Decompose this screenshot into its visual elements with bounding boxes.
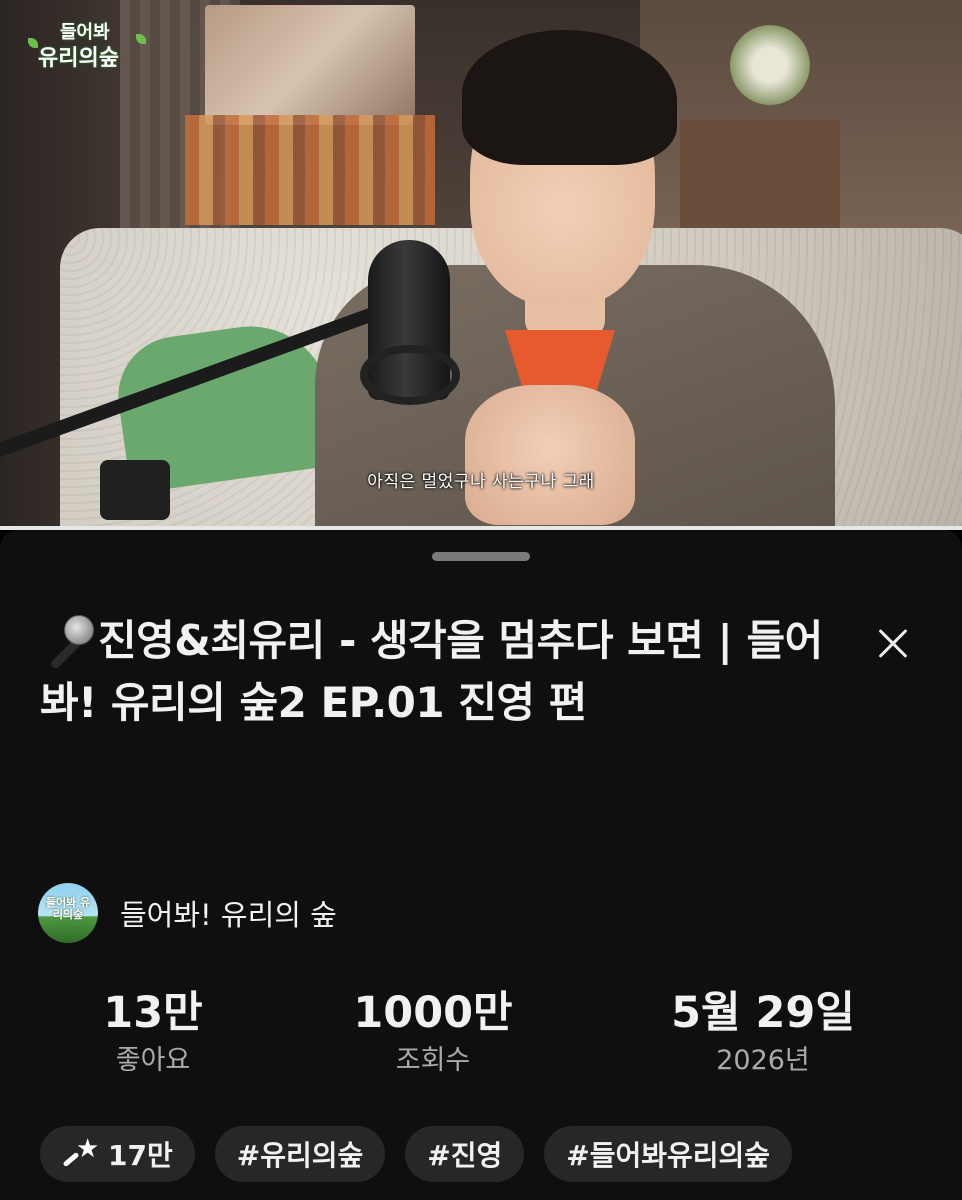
stats-row: 13만 좋아요 1000만 조회수 5월 29일 2026년: [0, 985, 962, 1105]
leaf-icon: [136, 34, 146, 44]
video-player[interactable]: 들어봐 유리의숲 아직은 멀었구나 사는구나 그래: [0, 0, 962, 528]
stat-value: 5월 29일: [671, 988, 855, 1038]
chip-row: ★ 17만 #유리의숲 #진영 #들어봐유리의숲: [40, 1126, 793, 1182]
close-button[interactable]: [862, 614, 922, 674]
microphone-emoji-icon: [40, 615, 98, 671]
stat-label: 조회수: [395, 1045, 471, 1076]
hashtag-chip[interactable]: #들어봐유리의숲: [544, 1126, 793, 1182]
video-title: 진영&최유리 - 생각을 멈추다 보면 | 들어봐! 유리의 숲2 EP.01 …: [40, 610, 830, 734]
stat-date: 5월 29일 2026년: [633, 985, 893, 1081]
channel-row[interactable]: 들어봐 유리의숲 들어봐! 유리의 숲: [38, 882, 337, 944]
video-title-text: 진영&최유리 - 생각을 멈추다 보면 | 들어봐! 유리의 숲2 EP.01 …: [40, 616, 823, 727]
logo-line2: 유리의숲: [38, 46, 119, 71]
video-person-hands: [465, 385, 635, 525]
channel-avatar[interactable]: 들어봐 유리의숲: [38, 883, 98, 943]
video-background-shelf: [185, 115, 435, 225]
chip-label: #진영: [427, 1139, 503, 1172]
video-subtitle: 아직은 멀었구나 사는구나 그래: [367, 472, 595, 492]
leaf-icon: [28, 38, 38, 48]
stat-value: 1000만: [353, 988, 513, 1038]
stat-views: 1000만 조회수: [313, 985, 553, 1081]
video-background-poster: [205, 5, 415, 125]
chip-label: #들어봐유리의숲: [566, 1139, 771, 1172]
hashtag-chip[interactable]: #유리의숲: [214, 1126, 386, 1182]
thanks-star-icon: ★: [62, 1135, 100, 1173]
stat-value: 13만: [103, 988, 203, 1038]
chip-label: 17만: [108, 1139, 173, 1172]
stat-label: 2026년: [716, 1045, 810, 1076]
thanks-chip[interactable]: ★ 17만: [40, 1126, 195, 1182]
chip-label: #유리의숲: [236, 1139, 364, 1172]
hashtag-chip[interactable]: #진영: [405, 1126, 525, 1182]
video-background-plant: [730, 25, 810, 105]
channel-name[interactable]: 들어봐! 유리의 숲: [120, 892, 337, 934]
channel-avatar-text: 들어봐 유리의숲: [45, 896, 91, 921]
stat-likes: 13만 좋아요: [53, 985, 253, 1081]
show-logo: 들어봐 유리의숲: [24, 14, 154, 71]
description-sheet: 진영&최유리 - 생각을 멈추다 보면 | 들어봐! 유리의 숲2 EP.01 …: [0, 530, 962, 1200]
sheet-drag-handle[interactable]: [432, 552, 530, 561]
mic-shock-mount: [360, 345, 460, 405]
video-person-hair: [462, 30, 677, 165]
stat-label: 좋아요: [115, 1045, 191, 1076]
